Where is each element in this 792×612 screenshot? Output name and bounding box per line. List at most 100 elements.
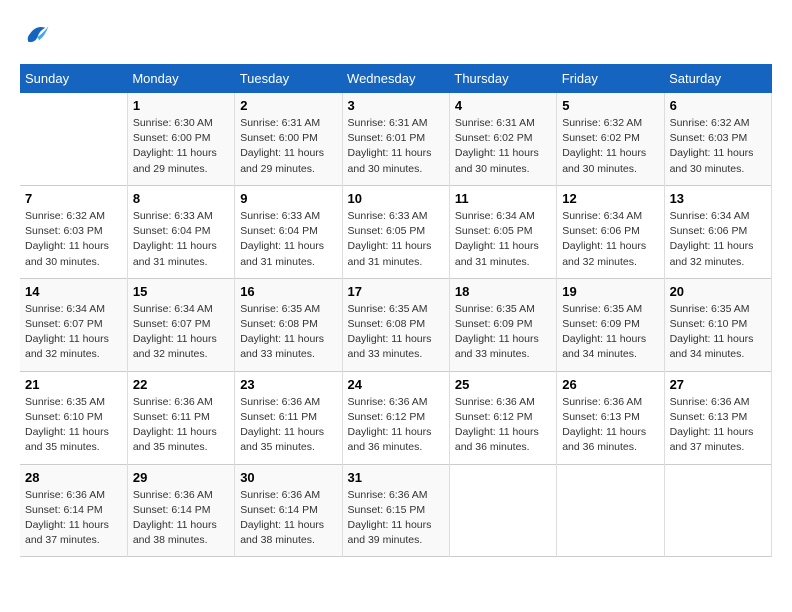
day-number: 10: [348, 191, 444, 206]
day-info: Sunrise: 6:36 AMSunset: 6:12 PMDaylight:…: [348, 395, 444, 456]
day-info: Sunrise: 6:32 AMSunset: 6:03 PMDaylight:…: [25, 209, 122, 270]
calendar-cell: [664, 464, 771, 557]
day-number: 18: [455, 284, 551, 299]
calendar-cell: 13 Sunrise: 6:34 AMSunset: 6:06 PMDayligh…: [664, 185, 771, 278]
calendar-cell: 14 Sunrise: 6:34 AMSunset: 6:07 PMDayligh…: [20, 278, 127, 371]
calendar-cell: 29 Sunrise: 6:36 AMSunset: 6:14 PMDayligh…: [127, 464, 234, 557]
day-number: 27: [670, 377, 766, 392]
day-info: Sunrise: 6:35 AMSunset: 6:09 PMDaylight:…: [455, 302, 551, 363]
day-number: 16: [240, 284, 336, 299]
day-number: 4: [455, 98, 551, 113]
calendar-cell: 17 Sunrise: 6:35 AMSunset: 6:08 PMDayligh…: [342, 278, 449, 371]
day-number: 21: [25, 377, 122, 392]
day-number: 31: [348, 470, 444, 485]
day-info: Sunrise: 6:36 AMSunset: 6:12 PMDaylight:…: [455, 395, 551, 456]
calendar-cell: 25 Sunrise: 6:36 AMSunset: 6:12 PMDayligh…: [449, 371, 556, 464]
day-header-saturday: Saturday: [664, 64, 771, 93]
day-number: 9: [240, 191, 336, 206]
day-info: Sunrise: 6:36 AMSunset: 6:14 PMDaylight:…: [240, 488, 336, 549]
calendar-cell: 28 Sunrise: 6:36 AMSunset: 6:14 PMDayligh…: [20, 464, 127, 557]
day-number: 29: [133, 470, 229, 485]
calendar-cell: 9Sunrise: 6:33 AMSunset: 6:04 PMDaylight…: [235, 185, 342, 278]
day-number: 15: [133, 284, 229, 299]
day-number: 6: [670, 98, 766, 113]
calendar-table: SundayMondayTuesdayWednesdayThursdayFrid…: [20, 64, 772, 557]
day-info: Sunrise: 6:36 AMSunset: 6:15 PMDaylight:…: [348, 488, 444, 549]
day-number: 23: [240, 377, 336, 392]
day-info: Sunrise: 6:35 AMSunset: 6:08 PMDaylight:…: [348, 302, 444, 363]
day-number: 3: [348, 98, 444, 113]
day-info: Sunrise: 6:36 AMSunset: 6:14 PMDaylight:…: [25, 488, 122, 549]
calendar-cell: 16Sunrise: 6:35 AMSunset: 6:08 PMDayligh…: [235, 278, 342, 371]
calendar-cell: 7Sunrise: 6:32 AMSunset: 6:03 PMDaylight…: [20, 185, 127, 278]
calendar-cell: [449, 464, 556, 557]
day-info: Sunrise: 6:34 AMSunset: 6:06 PMDaylight:…: [670, 209, 766, 270]
day-info: Sunrise: 6:35 AMSunset: 6:10 PMDaylight:…: [670, 302, 766, 363]
day-number: 13: [670, 191, 766, 206]
day-info: Sunrise: 6:32 AMSunset: 6:03 PMDaylight:…: [670, 116, 766, 177]
day-number: 28: [25, 470, 122, 485]
day-number: 30: [240, 470, 336, 485]
calendar-cell: 4Sunrise: 6:31 AMSunset: 6:02 PMDaylight…: [449, 93, 556, 185]
day-header-monday: Monday: [127, 64, 234, 93]
day-info: Sunrise: 6:33 AMSunset: 6:04 PMDaylight:…: [133, 209, 229, 270]
logo: [20, 20, 50, 48]
day-number: 25: [455, 377, 551, 392]
day-number: 5: [562, 98, 658, 113]
day-info: Sunrise: 6:34 AMSunset: 6:07 PMDaylight:…: [133, 302, 229, 363]
day-info: Sunrise: 6:30 AMSunset: 6:00 PMDaylight:…: [133, 116, 229, 177]
calendar-cell: 12 Sunrise: 6:34 AMSunset: 6:06 PMDayligh…: [557, 185, 664, 278]
day-info: Sunrise: 6:31 AMSunset: 6:00 PMDaylight:…: [240, 116, 336, 177]
day-number: 8: [133, 191, 229, 206]
day-info: Sunrise: 6:36 AMSunset: 6:13 PMDaylight:…: [670, 395, 766, 456]
day-number: 22: [133, 377, 229, 392]
day-header-sunday: Sunday: [20, 64, 127, 93]
calendar-header: SundayMondayTuesdayWednesdayThursdayFrid…: [20, 64, 772, 93]
day-number: 17: [348, 284, 444, 299]
calendar-cell: 11 Sunrise: 6:34 AMSunset: 6:05 PMDayligh…: [449, 185, 556, 278]
calendar-cell: 21 Sunrise: 6:35 AMSunset: 6:10 PMDayligh…: [20, 371, 127, 464]
calendar-cell: 24 Sunrise: 6:36 AMSunset: 6:12 PMDayligh…: [342, 371, 449, 464]
day-info: Sunrise: 6:35 AMSunset: 6:10 PMDaylight:…: [25, 395, 122, 456]
day-info: Sunrise: 6:34 AMSunset: 6:06 PMDaylight:…: [562, 209, 658, 270]
calendar-cell: 30 Sunrise: 6:36 AMSunset: 6:14 PMDayligh…: [235, 464, 342, 557]
day-header-wednesday: Wednesday: [342, 64, 449, 93]
day-info: Sunrise: 6:36 AMSunset: 6:11 PMDaylight:…: [240, 395, 336, 456]
calendar-cell: 19 Sunrise: 6:35 AMSunset: 6:09 PMDayligh…: [557, 278, 664, 371]
calendar-cell: 20 Sunrise: 6:35 AMSunset: 6:10 PMDayligh…: [664, 278, 771, 371]
logo-bird-icon: [22, 20, 50, 48]
day-number: 1: [133, 98, 229, 113]
page-header: [20, 20, 772, 48]
calendar-cell: 22Sunrise: 6:36 AMSunset: 6:11 PMDayligh…: [127, 371, 234, 464]
day-number: 19: [562, 284, 658, 299]
calendar-cell: 3 Sunrise: 6:31 AMSunset: 6:01 PMDaylight…: [342, 93, 449, 185]
calendar-cell: 1 Sunrise: 6:30 AMSunset: 6:00 PMDaylight…: [127, 93, 234, 185]
day-info: Sunrise: 6:36 AMSunset: 6:14 PMDaylight:…: [133, 488, 229, 549]
calendar-cell: 6 Sunrise: 6:32 AMSunset: 6:03 PMDaylight…: [664, 93, 771, 185]
day-info: Sunrise: 6:34 AMSunset: 6:05 PMDaylight:…: [455, 209, 551, 270]
calendar-cell: 18 Sunrise: 6:35 AMSunset: 6:09 PMDayligh…: [449, 278, 556, 371]
day-header-tuesday: Tuesday: [235, 64, 342, 93]
day-info: Sunrise: 6:32 AMSunset: 6:02 PMDaylight:…: [562, 116, 658, 177]
day-number: 24: [348, 377, 444, 392]
calendar-cell: 5 Sunrise: 6:32 AMSunset: 6:02 PMDaylight…: [557, 93, 664, 185]
day-info: Sunrise: 6:36 AMSunset: 6:13 PMDaylight:…: [562, 395, 658, 456]
day-number: 14: [25, 284, 122, 299]
calendar-cell: 23 Sunrise: 6:36 AMSunset: 6:11 PMDayligh…: [235, 371, 342, 464]
day-header-friday: Friday: [557, 64, 664, 93]
calendar-cell: 15 Sunrise: 6:34 AMSunset: 6:07 PMDayligh…: [127, 278, 234, 371]
day-number: 20: [670, 284, 766, 299]
day-number: 12: [562, 191, 658, 206]
day-info: Sunrise: 6:31 AMSunset: 6:01 PMDaylight:…: [348, 116, 444, 177]
day-number: 26: [562, 377, 658, 392]
calendar-cell: [20, 93, 127, 185]
day-info: Sunrise: 6:33 AMSunset: 6:05 PMDaylight:…: [348, 209, 444, 270]
day-header-thursday: Thursday: [449, 64, 556, 93]
calendar-cell: 26 Sunrise: 6:36 AMSunset: 6:13 PMDayligh…: [557, 371, 664, 464]
day-info: Sunrise: 6:35 AMSunset: 6:09 PMDaylight:…: [562, 302, 658, 363]
day-info: Sunrise: 6:34 AMSunset: 6:07 PMDaylight:…: [25, 302, 122, 363]
day-number: 11: [455, 191, 551, 206]
calendar-cell: 8 Sunrise: 6:33 AMSunset: 6:04 PMDaylight…: [127, 185, 234, 278]
calendar-cell: [557, 464, 664, 557]
calendar-cell: 31 Sunrise: 6:36 AMSunset: 6:15 PMDayligh…: [342, 464, 449, 557]
